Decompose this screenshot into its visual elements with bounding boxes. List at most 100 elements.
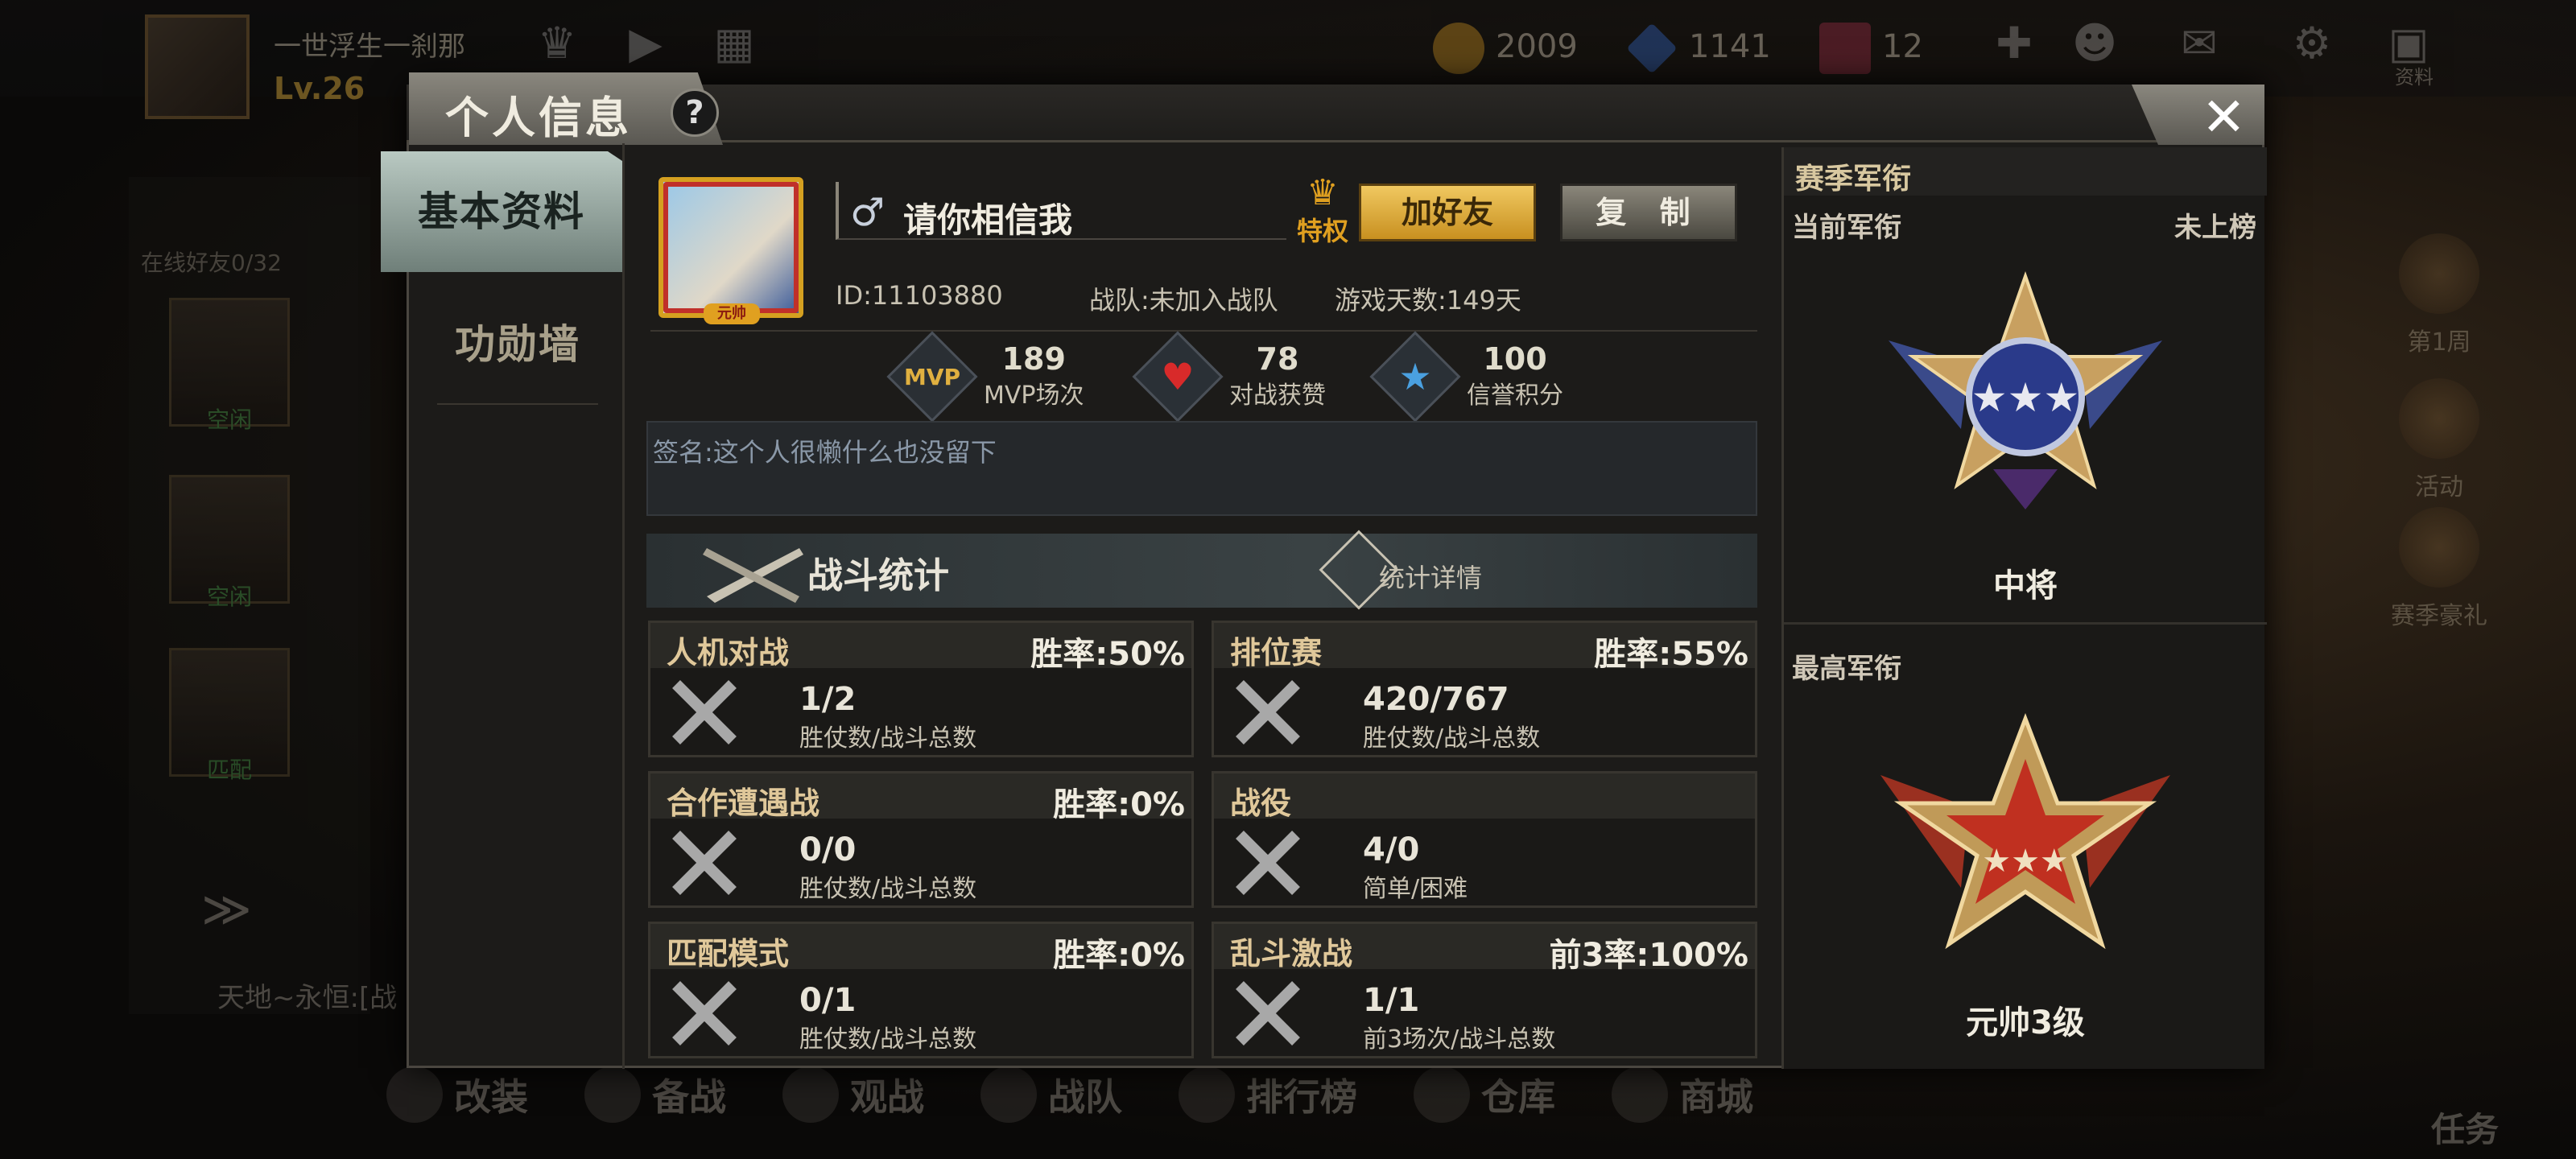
name-bar: ♂ 请你相信我 bbox=[836, 182, 1286, 240]
current-rank-name: 中将 bbox=[1993, 567, 2058, 604]
gold-value: 2009 bbox=[1496, 28, 1578, 65]
stats-details-button[interactable]: 统计详情 bbox=[1319, 530, 1482, 610]
online-friends: 在线好友0/32 bbox=[141, 250, 282, 276]
mvp-value: 189 bbox=[1001, 341, 1066, 377]
stat-likes: ♥ 78 对战获赞 bbox=[1132, 331, 1326, 423]
event-icon bbox=[2399, 378, 2479, 459]
weekly-button[interactable]: 第1周 bbox=[2383, 233, 2496, 357]
play-icon[interactable]: ▶ bbox=[620, 18, 671, 69]
crossed-swords-icon bbox=[1236, 831, 1300, 895]
game-screen: 一世浮生一刹那 Lv.26 ♛ ▶ ▦ 2009 1141 12 ✚ ☻ ✉ ⚙… bbox=[0, 0, 2576, 1159]
svg-text:★★★: ★★★ bbox=[1982, 843, 2069, 880]
mail-icon[interactable]: ✉ bbox=[2174, 18, 2225, 69]
copy-button[interactable]: 复 制 bbox=[1560, 184, 1737, 241]
crossed-swords-icon bbox=[1236, 981, 1300, 1046]
event-button[interactable]: 活动 bbox=[2383, 378, 2496, 502]
diamond-icon bbox=[1626, 23, 1678, 74]
nav-spectate[interactable]: 观战 bbox=[782, 1066, 924, 1123]
crown-icon[interactable]: ♛ bbox=[531, 18, 583, 69]
friend-status: 匹配 bbox=[206, 757, 252, 783]
grid-icon[interactable]: ▦ bbox=[708, 18, 760, 69]
card-icon bbox=[1819, 23, 1871, 74]
reputation-value: 100 bbox=[1483, 341, 1547, 377]
chat-preview[interactable]: 天地~永恒:[战 bbox=[129, 974, 419, 1022]
card-value: 420/767 bbox=[1363, 681, 1509, 718]
mvp-icon: MVP bbox=[886, 331, 978, 423]
plus-icon[interactable]: ✚ bbox=[1988, 18, 2040, 69]
player-avatar[interactable] bbox=[145, 14, 250, 119]
card-name: 战役 bbox=[1230, 786, 1292, 821]
crossed-swords-icon bbox=[672, 981, 737, 1046]
book-label: 资料 bbox=[2395, 66, 2434, 89]
card-rate: 胜率:50% bbox=[1030, 636, 1185, 673]
friend-status: 空闲 bbox=[206, 406, 252, 433]
card-name: 合作遭遇战 bbox=[667, 786, 820, 821]
gold-currency[interactable]: 2009 bbox=[1433, 23, 1578, 74]
close-icon[interactable]: ✕ bbox=[2202, 87, 2246, 147]
modal-title: 个人信息 bbox=[445, 93, 632, 143]
friends-icon[interactable]: ☻ bbox=[2069, 18, 2120, 69]
card-value: 4/0 bbox=[1363, 831, 1420, 868]
player-level: Lv.26 bbox=[274, 71, 365, 106]
marshal-badge-icon: ★★★ bbox=[1880, 712, 2170, 950]
highest-rank-label: 最高军衔 bbox=[1792, 653, 1901, 685]
card-sub: 胜仗数/战斗总数 bbox=[799, 1025, 977, 1054]
nav-label: 改装 bbox=[454, 1075, 528, 1119]
crossed-swords-icon bbox=[672, 831, 737, 895]
shield-icon bbox=[980, 1066, 1037, 1123]
diamond-value: 1141 bbox=[1689, 28, 1771, 65]
card-sub: 胜仗数/战斗总数 bbox=[1363, 724, 1541, 753]
stat-card-brawl: 乱斗激战 前3率:100% 1/1 前3场次/战斗总数 bbox=[1212, 922, 1757, 1058]
card-value: 0/1 bbox=[799, 982, 857, 1019]
nav-leaderboard[interactable]: 排行榜 bbox=[1179, 1066, 1357, 1123]
star-icon: ★ bbox=[1369, 331, 1461, 423]
search-doc-icon bbox=[1319, 530, 1399, 610]
tab-basic-info[interactable]: 基本资料 bbox=[381, 151, 622, 272]
privilege-badge[interactable]: ♛ 特权 bbox=[1286, 175, 1359, 248]
battle-stats-title: 战斗统计 bbox=[807, 555, 949, 596]
reputation-label: 信誉积分 bbox=[1467, 382, 1563, 410]
help-button[interactable]: ? bbox=[671, 89, 719, 137]
diamond-currency[interactable]: 1141 bbox=[1626, 23, 1771, 74]
nav-warehouse[interactable]: 仓库 bbox=[1414, 1066, 1555, 1123]
gasmask-icon bbox=[584, 1066, 641, 1123]
shop-icon bbox=[1612, 1066, 1668, 1123]
wrench-icon bbox=[386, 1066, 443, 1123]
stat-mvp: MVP 189 MVP场次 bbox=[886, 331, 1084, 423]
tab-merit-wall[interactable]: 功勋墙 bbox=[437, 284, 598, 405]
nav-divider bbox=[622, 143, 625, 1069]
trophy-icon bbox=[1179, 1066, 1235, 1123]
card-name: 人机对战 bbox=[667, 635, 790, 670]
divider bbox=[650, 330, 1757, 332]
heart-icon: ♥ bbox=[1132, 331, 1224, 423]
nav-team[interactable]: 战队 bbox=[980, 1066, 1122, 1123]
add-friend-button[interactable]: 加好友 bbox=[1359, 184, 1536, 241]
season-gift-button[interactable]: 赛季豪礼 bbox=[2383, 507, 2496, 631]
gold-coin-icon bbox=[1433, 23, 1484, 74]
card-sub: 胜仗数/战斗总数 bbox=[799, 875, 977, 903]
stat-card-campaign: 战役 4/0 简单/困难 bbox=[1212, 771, 1757, 908]
task-button[interactable]: 任务 bbox=[2431, 1103, 2499, 1152]
star-icon bbox=[782, 1066, 839, 1123]
nav-prepare[interactable]: 备战 bbox=[584, 1066, 726, 1123]
weekly-label: 第1周 bbox=[2407, 328, 2471, 357]
card-value: 1/2 bbox=[799, 681, 857, 718]
nav-label: 商城 bbox=[1679, 1075, 1753, 1119]
season-gift-label: 赛季豪礼 bbox=[2391, 602, 2487, 630]
gear-icon[interactable]: ⚙ bbox=[2286, 18, 2338, 69]
nav-modify[interactable]: 改装 bbox=[386, 1066, 528, 1123]
profile-modal: 个人信息 ? ✕ 基本资料 功勋墙 元帅 ♂ 请你相信我 ♛ 特权 加好友 复 … bbox=[381, 72, 2267, 1069]
expand-arrow-icon[interactable]: ≫ bbox=[201, 881, 252, 938]
gift-icon bbox=[2399, 507, 2479, 588]
star-medal-icon bbox=[2399, 233, 2479, 314]
card-currency[interactable]: 12 bbox=[1819, 23, 1923, 74]
avatar-frame bbox=[663, 182, 799, 313]
season-rank-panel: 赛季军衔 当前军衔 未上榜 ★★★ 中将 最高军衔 ★★★ 元帅3级 bbox=[1781, 147, 2267, 1069]
signature-box: 签名:这个人很懒什么也没留下 bbox=[646, 421, 1757, 516]
nav-shop[interactable]: 商城 bbox=[1612, 1066, 1753, 1123]
card-name: 排位赛 bbox=[1230, 635, 1323, 670]
svg-text:★★★: ★★★ bbox=[1971, 374, 2079, 421]
male-icon: ♂ bbox=[850, 190, 886, 235]
card-rate: 胜率:55% bbox=[1594, 636, 1748, 673]
house-icon bbox=[1414, 1066, 1470, 1123]
